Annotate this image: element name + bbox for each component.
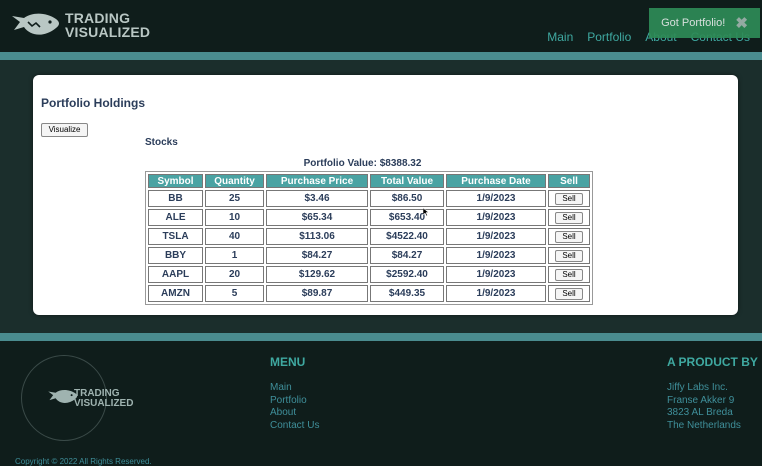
cell-quantity: 25	[205, 190, 264, 207]
table-row: AMZN 5 $89.87 $449.35 1/9/2023 Sell	[148, 285, 590, 302]
portfolio-card: Portfolio Holdings Visualize Stocks Port…	[33, 75, 738, 315]
toast-message: Got Portfolio!	[661, 17, 726, 29]
address-line: The Netherlands	[667, 419, 741, 431]
footer-link-portfolio[interactable]: Portfolio	[270, 395, 319, 408]
address-line: Franse Akker 9	[667, 394, 735, 406]
cell-total-value: $84.27	[370, 247, 444, 264]
footer-menu-heading: MENU	[270, 355, 306, 369]
cell-purchase-price: $113.06	[266, 228, 368, 245]
cell-purchase-date: 1/9/2023	[446, 247, 546, 264]
cell-sell: Sell	[548, 209, 590, 226]
cell-sell: Sell	[548, 266, 590, 283]
pointer-cursor-icon	[423, 208, 429, 216]
column-header-sell: Sell	[548, 174, 590, 188]
cell-symbol: BB	[148, 190, 203, 207]
cell-quantity: 5	[205, 285, 264, 302]
cell-quantity: 1	[205, 247, 264, 264]
footer-logo-wordmark: TRADING VISUALIZED	[56, 389, 133, 409]
cell-purchase-date: 1/9/2023	[446, 266, 546, 283]
site-logo[interactable]: TRADING VISUALIZED	[10, 10, 150, 42]
cell-total-value: $86.50	[370, 190, 444, 207]
cell-purchase-price: $84.27	[266, 247, 368, 264]
nav-main[interactable]: Main	[547, 30, 573, 44]
table-row: AAPL 20 $129.62 $2592.40 1/9/2023 Sell	[148, 266, 590, 283]
section-title-stocks: Stocks	[145, 137, 178, 148]
footer-product-heading: A PRODUCT BY	[667, 355, 758, 369]
page-title: Portfolio Holdings	[41, 96, 145, 110]
cell-total-value: $449.35	[370, 285, 444, 302]
table-row: ALE 10 $65.34 $653.40 1/9/2023 Sell	[148, 209, 590, 226]
toast-notification: Got Portfolio! ✖	[649, 8, 760, 38]
footer-divider	[0, 333, 762, 341]
cell-symbol: AAPL	[148, 266, 203, 283]
table-row: BB 25 $3.46 $86.50 1/9/2023 Sell	[148, 190, 590, 207]
logo-line-2: VISUALIZED	[65, 24, 151, 40]
cell-purchase-date: 1/9/2023	[446, 190, 546, 207]
copyright-notice: Copyright © 2022 All Rights Reserved.	[15, 457, 152, 466]
sell-button[interactable]: Sell	[555, 192, 583, 205]
fish-icon	[12, 13, 59, 35]
footer-logo-line-2: VISUALIZED	[74, 398, 134, 409]
sell-button[interactable]: Sell	[555, 268, 583, 281]
footer-link-about[interactable]: About	[270, 407, 319, 420]
sell-button[interactable]: Sell	[555, 230, 583, 243]
cell-purchase-price: $3.46	[266, 190, 368, 207]
close-icon[interactable]: ✖	[735, 14, 748, 32]
column-header-symbol: Symbol	[148, 174, 203, 188]
address-line: 3823 AL Breda	[667, 407, 733, 418]
portfolio-value: Portfolio Value: $8388.32	[303, 158, 422, 169]
footer-link-contact-us[interactable]: Contact Us	[270, 420, 319, 433]
cell-symbol: TSLA	[148, 228, 203, 245]
cell-sell: Sell	[548, 247, 590, 264]
cell-total-value: $2592.40	[370, 266, 444, 283]
cell-purchase-price: $129.62	[266, 266, 368, 283]
holdings-table: Symbol Quantity Purchase Price Total Val…	[145, 171, 593, 305]
table-row: BBY 1 $84.27 $84.27 1/9/2023 Sell	[148, 247, 590, 264]
nav-portfolio[interactable]: Portfolio	[587, 30, 631, 44]
visualize-button[interactable]: Visualize	[41, 123, 88, 137]
footer-menu: Main Portfolio About Contact Us	[270, 382, 319, 432]
column-header-purchase-price: Purchase Price	[266, 174, 368, 188]
column-header-purchase-date: Purchase Date	[446, 174, 546, 188]
cell-quantity: 40	[205, 228, 264, 245]
header-divider	[0, 52, 762, 60]
address-line: Jiffy Labs Inc.	[667, 382, 728, 393]
site-header: TRADING VISUALIZED Main Portfolio About …	[0, 0, 762, 52]
cell-sell: Sell	[548, 285, 590, 302]
sell-button[interactable]: Sell	[555, 249, 583, 262]
cell-purchase-date: 1/9/2023	[446, 209, 546, 226]
footer-address: Jiffy Labs Inc. Franse Akker 9 3823 AL B…	[667, 382, 741, 432]
logo-wordmark: TRADING VISUALIZED	[65, 11, 150, 39]
cell-purchase-price: $65.34	[266, 209, 368, 226]
cell-total-value: $653.40	[370, 209, 444, 226]
logo-line-1: TRADING	[65, 10, 131, 26]
cell-symbol: BBY	[148, 247, 203, 264]
table-header-row: Symbol Quantity Purchase Price Total Val…	[148, 174, 590, 188]
column-header-quantity: Quantity	[205, 174, 264, 188]
sell-button[interactable]: Sell	[555, 211, 583, 224]
footer-link-main[interactable]: Main	[270, 382, 319, 395]
cell-sell: Sell	[548, 190, 590, 207]
column-header-total-value: Total Value	[370, 174, 444, 188]
cell-sell: Sell	[548, 228, 590, 245]
cell-symbol: AMZN	[148, 285, 203, 302]
cell-total-value: $4522.40	[370, 228, 444, 245]
table-row: TSLA 40 $113.06 $4522.40 1/9/2023 Sell	[148, 228, 590, 245]
sell-button[interactable]: Sell	[555, 287, 583, 300]
cell-purchase-date: 1/9/2023	[446, 285, 546, 302]
cell-quantity: 20	[205, 266, 264, 283]
site-footer: TRADING VISUALIZED MENU Main Portfolio A…	[0, 341, 762, 466]
cell-purchase-date: 1/9/2023	[446, 228, 546, 245]
cell-quantity: 10	[205, 209, 264, 226]
cell-symbol: ALE	[148, 209, 203, 226]
cell-purchase-price: $89.87	[266, 285, 368, 302]
